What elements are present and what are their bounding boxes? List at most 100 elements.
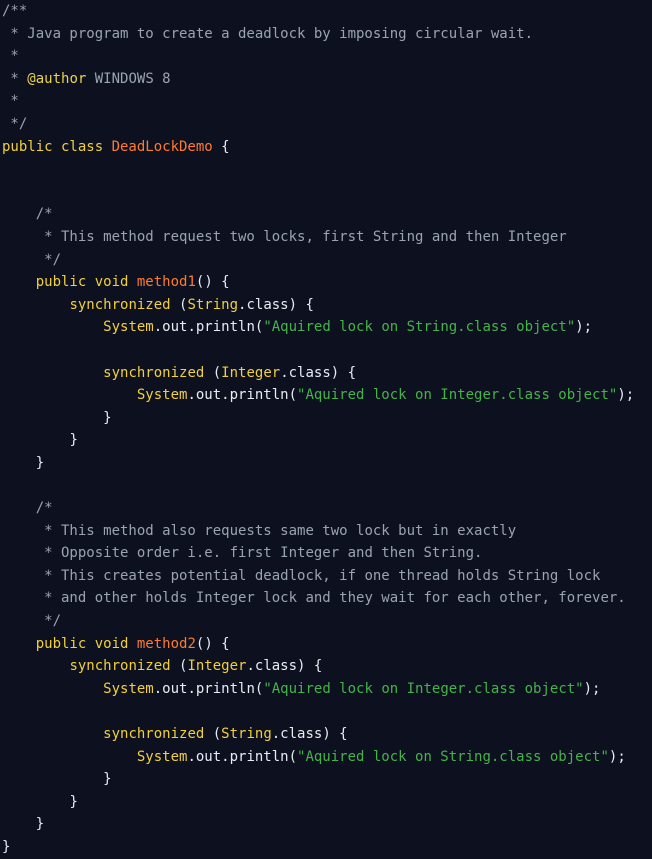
code-line: * This method request two locks, first S… bbox=[0, 226, 652, 249]
code-token-plain: ); bbox=[608, 748, 626, 765]
code-line: } bbox=[0, 836, 652, 859]
code-token-comment: * Opposite order i.e. first Integer and … bbox=[35, 545, 483, 562]
code-token-ident: System bbox=[136, 748, 188, 765]
code-token-plain: } bbox=[2, 838, 11, 855]
code-line: * Java program to create a deadlock by i… bbox=[0, 23, 652, 46]
code-token-string: "Aquired lock on Integer.class object" bbox=[297, 387, 618, 404]
code-line: synchronized (Integer.class) { bbox=[0, 362, 652, 385]
code-token-string: "Aquired lock on Integer.class object" bbox=[263, 680, 584, 697]
code-line: public void method1() { bbox=[0, 271, 652, 294]
code-line: synchronized (Integer.class) { bbox=[0, 655, 652, 678]
code-line: System.out.println("Aquired lock on Stri… bbox=[0, 746, 652, 769]
code-line: * and other holds Integer lock and they … bbox=[0, 587, 652, 610]
code-line: */ bbox=[0, 610, 652, 633]
code-token-plain: } bbox=[35, 454, 45, 471]
code-line: synchronized (String.class) { bbox=[0, 294, 652, 317]
code-token-class: String bbox=[187, 296, 239, 313]
code-line: System.out.println("Aquired lock on Inte… bbox=[0, 678, 652, 701]
code-token-plain: } bbox=[103, 771, 112, 788]
code-line: System.out.println("Aquired lock on Inte… bbox=[0, 384, 652, 407]
code-token-class: Integer bbox=[221, 364, 281, 381]
code-line: } bbox=[0, 407, 652, 430]
code-token-plain: ( bbox=[212, 726, 222, 742]
code-token-ident: System bbox=[103, 319, 154, 336]
code-token-comment: * bbox=[2, 48, 19, 65]
code-token-keyword: synchronized bbox=[69, 658, 180, 675]
code-editor[interactable]: /** * Java program to create a deadlock … bbox=[0, 0, 652, 855]
code-token-string: "Aquired lock on String.class object" bbox=[297, 748, 609, 765]
code-token-comment: * bbox=[2, 93, 19, 110]
code-token-plain: } bbox=[69, 793, 78, 810]
code-line: * Opposite order i.e. first Integer and … bbox=[0, 542, 652, 565]
code-token-comment: * Java program to create a deadlock by i… bbox=[2, 25, 534, 42]
code-token-plain: () { bbox=[195, 635, 230, 652]
code-token-comment: WINDOWS 8 bbox=[86, 70, 171, 87]
code-line: } bbox=[0, 429, 652, 452]
code-line: */ bbox=[0, 113, 652, 136]
code-token-keyword: public void bbox=[35, 274, 137, 291]
code-token-comment: * This method also requests same two loc… bbox=[35, 522, 517, 539]
code-line: /** bbox=[0, 0, 652, 23]
code-token-comment: /** bbox=[2, 3, 28, 19]
code-token-plain: .out.println( bbox=[187, 387, 298, 404]
code-token-plain: } bbox=[35, 816, 45, 833]
code-line: * This method also requests same two loc… bbox=[0, 520, 652, 543]
code-token-plain: ); bbox=[583, 680, 601, 697]
code-token-keyword: public void bbox=[35, 635, 137, 652]
code-token-class: String bbox=[221, 726, 272, 742]
code-token-class: Integer bbox=[187, 658, 247, 675]
code-token-comment: * and other holds Integer lock and they … bbox=[35, 590, 626, 607]
code-token-comment: /* bbox=[35, 500, 53, 517]
code-line: /* bbox=[0, 497, 652, 520]
code-token-plain: } bbox=[69, 432, 78, 449]
code-token-ident: System bbox=[136, 387, 188, 404]
code-line: System.out.println("Aquired lock on Stri… bbox=[0, 316, 652, 339]
code-token-plain: .out.println( bbox=[153, 319, 264, 336]
code-token-plain: } bbox=[103, 409, 112, 426]
code-line: public void method2() { bbox=[0, 633, 652, 656]
code-token-comment: */ bbox=[35, 613, 62, 630]
code-line: } bbox=[0, 791, 652, 814]
code-token-plain: ); bbox=[575, 319, 593, 336]
code-token-plain: .class) { bbox=[246, 658, 323, 675]
code-token-type: method1 bbox=[136, 274, 196, 291]
code-line: /* bbox=[0, 203, 652, 226]
code-token-keyword: synchronized bbox=[69, 296, 180, 313]
code-token-plain: .class) { bbox=[238, 296, 314, 313]
code-token-plain: ); bbox=[617, 387, 635, 404]
code-token-plain: .class) { bbox=[280, 364, 357, 381]
code-token-plain: .out.println( bbox=[153, 680, 264, 697]
code-line: */ bbox=[0, 249, 652, 272]
code-token-comment: */ bbox=[35, 251, 62, 268]
code-token-string: "Aquired lock on String.class object" bbox=[263, 319, 576, 336]
code-token-comment: * This creates potential deadlock, if on… bbox=[35, 567, 601, 584]
code-token-doctag: @author bbox=[27, 70, 87, 87]
code-token-type: method2 bbox=[136, 635, 196, 652]
code-token-plain: () { bbox=[195, 274, 230, 291]
code-token-ident: System bbox=[103, 680, 154, 697]
code-token-keyword: synchronized bbox=[103, 726, 213, 742]
code-token-plain: .class) { bbox=[271, 726, 348, 742]
code-line: public class DeadLockDemo { bbox=[0, 136, 652, 159]
code-line: * This creates potential deadlock, if on… bbox=[0, 565, 652, 588]
code-line: * @author WINDOWS 8 bbox=[0, 68, 652, 91]
code-line: } bbox=[0, 768, 652, 791]
code-token-plain: .out.println( bbox=[187, 748, 298, 765]
code-line: * bbox=[0, 45, 652, 68]
code-token-comment: * bbox=[2, 70, 28, 87]
code-token-keyword: synchronized bbox=[103, 364, 213, 381]
code-token-plain: { bbox=[212, 138, 230, 155]
code-token-comment: */ bbox=[2, 115, 28, 132]
code-line: * bbox=[0, 90, 652, 113]
code-line: synchronized (String.class) { bbox=[0, 723, 652, 746]
code-token-keyword: public class bbox=[2, 138, 112, 155]
code-token-comment: /* bbox=[35, 206, 53, 223]
code-token-comment: * This method request two locks, first S… bbox=[35, 228, 567, 245]
code-token-type: DeadLockDemo bbox=[111, 138, 213, 155]
code-token-plain: ( bbox=[212, 364, 222, 381]
